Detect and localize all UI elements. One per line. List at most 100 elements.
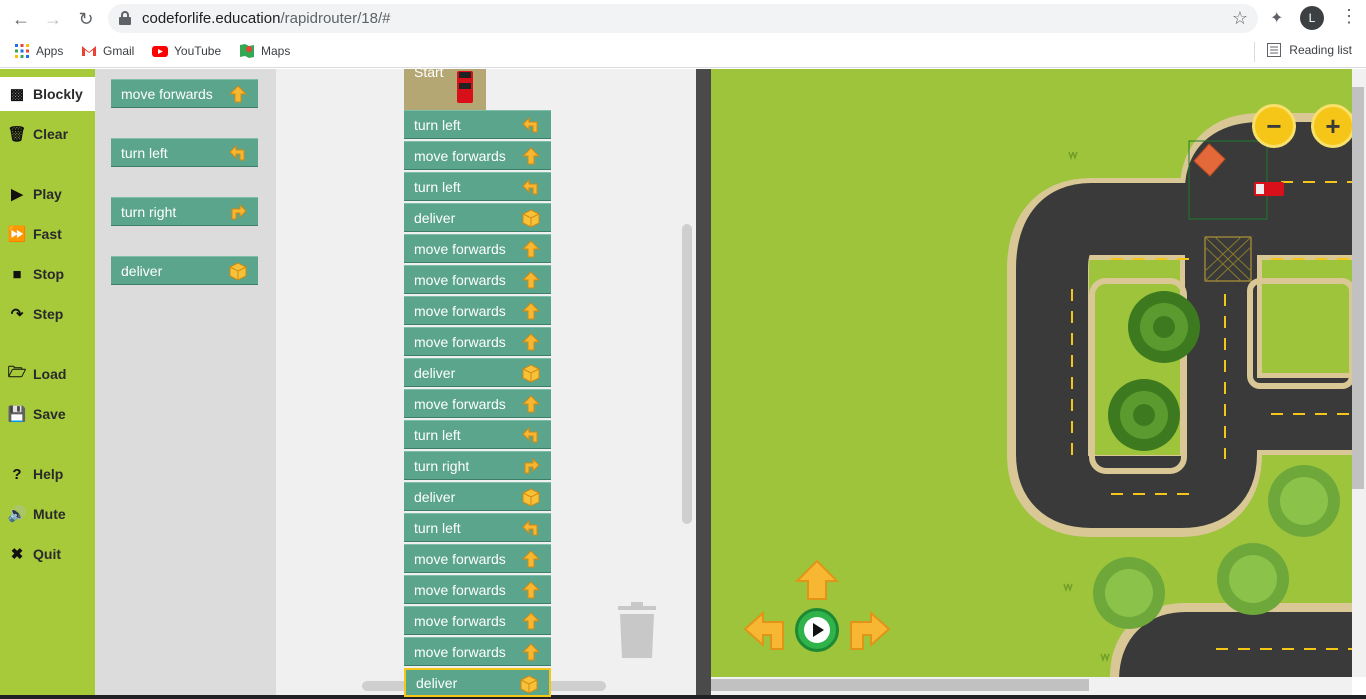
trash-icon: 🗑 bbox=[7, 126, 27, 143]
bookmark-maps[interactable]: Maps bbox=[239, 43, 290, 59]
zoom-in-button[interactable]: + bbox=[1311, 104, 1352, 148]
program-block-move-forwards[interactable]: move forwards bbox=[404, 296, 551, 325]
forward-icon[interactable]: → bbox=[42, 8, 64, 30]
sidebar-item-save[interactable]: 💾 Save bbox=[0, 397, 95, 431]
sidebar-item-mute[interactable]: 🔊 Mute bbox=[0, 497, 95, 531]
menu-icon[interactable]: ⋮ bbox=[1340, 6, 1358, 27]
program-block-move-forwards[interactable]: move forwards bbox=[404, 327, 551, 356]
program-block-turn-left[interactable]: turn left bbox=[404, 110, 551, 139]
arrow-up-icon bbox=[228, 84, 248, 104]
floppy-icon: 💾 bbox=[7, 406, 27, 423]
arrow-left-icon bbox=[521, 518, 541, 538]
gmail-icon bbox=[82, 46, 96, 56]
sidebar-item-fast[interactable]: ⏩ Fast bbox=[0, 217, 95, 251]
program-block-turn-right[interactable]: turn right bbox=[404, 451, 551, 480]
bookmark-apps[interactable]: Apps bbox=[14, 43, 63, 59]
bookmarks-bar: Apps Gmail YouTube Maps Reading list bbox=[0, 37, 1366, 68]
sidebar-item-help[interactable]: ? Help bbox=[0, 457, 95, 491]
right-arrow-icon[interactable] bbox=[847, 609, 891, 651]
workspace-vertical-scrollbar[interactable] bbox=[682, 224, 692, 524]
program-block-move-forwards[interactable]: move forwards bbox=[404, 265, 551, 294]
block-label: deliver bbox=[414, 364, 456, 381]
panel-divider[interactable] bbox=[696, 69, 711, 695]
avatar[interactable]: L bbox=[1300, 6, 1324, 30]
reading-list[interactable]: Reading list bbox=[1267, 43, 1352, 57]
block-label: turn left bbox=[414, 116, 461, 133]
program-block-move-forwards[interactable]: move forwards bbox=[404, 141, 551, 170]
program-block-deliver[interactable]: deliver bbox=[404, 482, 551, 511]
arrow-up-icon bbox=[521, 642, 541, 662]
address-bar[interactable]: codeforlife.education/rapidrouter/18/# ☆ bbox=[108, 4, 1258, 33]
block-label: move forwards bbox=[414, 302, 506, 319]
program-block-deliver[interactable]: deliver bbox=[404, 203, 551, 232]
toolbox-block-turn-left[interactable]: turn left bbox=[111, 138, 258, 167]
sidebar-item-stop[interactable]: ■ Stop bbox=[0, 257, 95, 291]
game-map: − + bbox=[711, 69, 1352, 677]
program-block-turn-left[interactable]: turn left bbox=[404, 513, 551, 542]
fast-forward-icon: ⏩ bbox=[7, 226, 27, 243]
block-label: turn left bbox=[414, 426, 461, 443]
program-block-move-forwards[interactable]: move forwards bbox=[404, 234, 551, 263]
trash-can-icon[interactable] bbox=[616, 602, 658, 660]
play-button[interactable] bbox=[795, 608, 839, 652]
block-label: deliver bbox=[414, 488, 456, 505]
arrow-up-icon bbox=[521, 301, 541, 321]
browser-toolbar: ← → ↻ codeforlife.education/rapidrouter/… bbox=[0, 0, 1366, 37]
sidebar: ▩ Blockly 🗑 Clear ▶ Play ⏩ Fast ■ Stop ↷ Step … bbox=[0, 69, 95, 695]
map-horizontal-scroll-thumb[interactable] bbox=[711, 679, 1089, 691]
map-vertical-scroll-thumb[interactable] bbox=[1352, 87, 1364, 489]
sidebar-item-step[interactable]: ↷ Step bbox=[0, 297, 95, 331]
program-block-turn-left[interactable]: turn left bbox=[404, 420, 551, 449]
forward-arrow-icon[interactable] bbox=[795, 559, 839, 601]
speaker-icon: 🔊 bbox=[7, 506, 27, 523]
maps-icon bbox=[240, 44, 254, 58]
sidebar-item-clear[interactable]: 🗑 Clear bbox=[0, 117, 95, 151]
block-label: move forwards bbox=[414, 271, 506, 288]
arrow-left-icon bbox=[521, 177, 541, 197]
toolbox-block-turn-right[interactable]: turn right bbox=[111, 197, 258, 226]
rapid-router-app: ▩ Blockly 🗑 Clear ▶ Play ⏩ Fast ■ Stop ↷ Step … bbox=[0, 64, 1366, 699]
reload-icon[interactable]: ↻ bbox=[75, 8, 97, 30]
program-block-turn-left[interactable]: turn left bbox=[404, 172, 551, 201]
sidebar-item-quit[interactable]: ✖ Quit bbox=[0, 537, 95, 571]
program-block-move-forwards[interactable]: move forwards bbox=[404, 637, 551, 666]
arrow-right-icon bbox=[228, 202, 248, 222]
taskbar-strip bbox=[0, 695, 1366, 699]
block-label: move forwards bbox=[414, 612, 506, 629]
box-icon bbox=[521, 487, 541, 507]
arrow-left-icon bbox=[228, 143, 248, 163]
toolbox-block-move-forwards[interactable]: move forwards bbox=[111, 79, 258, 108]
arrow-up-icon bbox=[521, 270, 541, 290]
bookmark-star-icon[interactable]: ☆ bbox=[1232, 8, 1248, 29]
block-label: deliver bbox=[416, 674, 458, 691]
arrow-up-icon bbox=[521, 394, 541, 414]
block-label: turn left bbox=[414, 178, 461, 195]
program-block-deliver[interactable]: deliver bbox=[404, 358, 551, 387]
start-block[interactable]: Start bbox=[404, 64, 486, 110]
extensions-icon[interactable]: ✦ bbox=[1270, 8, 1283, 28]
question-icon: ? bbox=[12, 465, 22, 483]
box-icon bbox=[521, 208, 541, 228]
program-block-move-forwards[interactable]: move forwards bbox=[404, 389, 551, 418]
sidebar-item-blockly[interactable]: ▩ Blockly bbox=[0, 77, 95, 111]
program-block-move-forwards[interactable]: move forwards bbox=[404, 575, 551, 604]
back-icon[interactable]: ← bbox=[10, 8, 32, 30]
box-icon bbox=[228, 261, 248, 281]
sidebar-item-play[interactable]: ▶ Play bbox=[0, 177, 95, 211]
sidebar-item-load[interactable]: 🗁 Load bbox=[0, 357, 95, 391]
block-label: move forwards bbox=[414, 395, 506, 412]
lock-icon bbox=[119, 11, 131, 25]
bookmark-youtube[interactable]: YouTube bbox=[152, 43, 221, 59]
program-block-move-forwards[interactable]: move forwards bbox=[404, 606, 551, 635]
folder-icon: 🗁 bbox=[7, 363, 27, 381]
toolbox-block-deliver[interactable]: deliver bbox=[111, 256, 258, 285]
apps-grid-icon bbox=[15, 44, 29, 58]
bookmarks-divider bbox=[1254, 42, 1255, 62]
program-block-move-forwards[interactable]: move forwards bbox=[404, 544, 551, 573]
zoom-out-button[interactable]: − bbox=[1252, 104, 1296, 148]
play-icon bbox=[804, 617, 830, 643]
program-block-deliver[interactable]: deliver bbox=[404, 668, 551, 697]
block-label: move forwards bbox=[414, 147, 506, 164]
left-arrow-icon[interactable] bbox=[743, 609, 787, 651]
bookmark-gmail[interactable]: Gmail bbox=[81, 43, 134, 59]
